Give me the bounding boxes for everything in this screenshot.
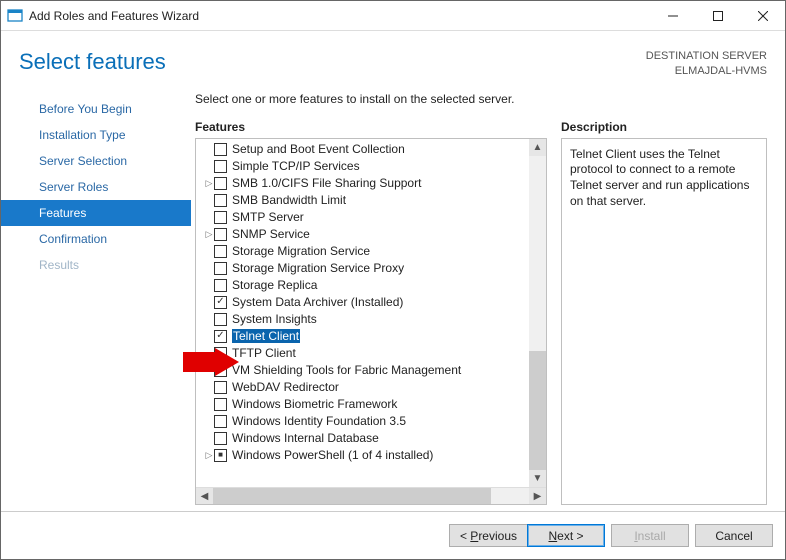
feature-item[interactable]: Storage Migration Service	[196, 243, 546, 260]
header: Select features DESTINATION SERVER ELMAJ…	[1, 31, 785, 92]
feature-checkbox[interactable]	[214, 398, 227, 411]
feature-item[interactable]: ▷ SNMP Service	[196, 226, 546, 243]
scroll-up-icon[interactable]: ▲	[529, 139, 546, 156]
feature-label: Windows Internal Database	[232, 431, 379, 445]
step-installation-type[interactable]: Installation Type	[1, 122, 191, 148]
step-confirmation[interactable]: Confirmation	[1, 226, 191, 252]
feature-item[interactable]: Simple TCP/IP Services	[196, 158, 546, 175]
wizard-window: Add Roles and Features Wizard Select fea…	[0, 0, 786, 560]
feature-label: Windows PowerShell (1 of 4 installed)	[232, 448, 433, 462]
feature-item[interactable]: System Insights	[196, 311, 546, 328]
feature-checkbox[interactable]	[214, 160, 227, 173]
feature-label: TFTP Client	[232, 346, 296, 360]
description-text: Telnet Client uses the Telnet protocol t…	[561, 138, 767, 505]
feature-item[interactable]: WebDAV Redirector	[196, 379, 546, 396]
feature-item[interactable]: Setup and Boot Event Collection	[196, 141, 546, 158]
feature-checkbox[interactable]	[214, 279, 227, 292]
feature-item[interactable]: Storage Migration Service Proxy	[196, 260, 546, 277]
feature-item[interactable]: SMTP Server	[196, 209, 546, 226]
body: Before You Begin Installation Type Serve…	[1, 92, 785, 511]
feature-label: VM Shielding Tools for Fabric Management	[232, 363, 461, 377]
wizard-steps: Before You Begin Installation Type Serve…	[1, 92, 191, 511]
scroll-left-icon[interactable]: ◀	[196, 488, 213, 505]
scroll-right-icon[interactable]: ▶	[529, 488, 546, 505]
scroll-down-icon[interactable]: ▼	[529, 470, 546, 487]
feature-item[interactable]: SMB Bandwidth Limit	[196, 192, 546, 209]
step-features[interactable]: Features	[1, 200, 191, 226]
feature-item[interactable]: System Data Archiver (Installed)	[196, 294, 546, 311]
window-title: Add Roles and Features Wizard	[29, 9, 650, 23]
feature-item[interactable]: Windows Biometric Framework	[196, 396, 546, 413]
feature-checkbox[interactable]	[214, 228, 227, 241]
app-icon	[7, 8, 23, 24]
feature-checkbox[interactable]	[214, 211, 227, 224]
feature-checkbox[interactable]	[214, 347, 227, 360]
expand-icon[interactable]: ▷	[204, 229, 214, 240]
features-vertical-scrollbar[interactable]: ▲ ▼	[529, 139, 546, 487]
minimize-button[interactable]	[650, 1, 695, 31]
feature-checkbox[interactable]	[214, 177, 227, 190]
titlebar: Add Roles and Features Wizard	[1, 1, 785, 31]
feature-item[interactable]: Windows Internal Database	[196, 430, 546, 447]
feature-label: System Data Archiver (Installed)	[232, 295, 403, 309]
feature-item[interactable]: Storage Replica	[196, 277, 546, 294]
description-header: Description	[561, 120, 767, 134]
feature-label: Storage Migration Service	[232, 244, 370, 258]
feature-checkbox[interactable]	[214, 262, 227, 275]
feature-checkbox[interactable]	[214, 194, 227, 207]
feature-label: SMB 1.0/CIFS File Sharing Support	[232, 176, 421, 190]
feature-checkbox[interactable]	[214, 330, 227, 343]
expand-icon[interactable]: ▷	[204, 178, 214, 189]
feature-item[interactable]: ▷ Windows PowerShell (1 of 4 installed)	[196, 447, 546, 464]
feature-checkbox[interactable]	[214, 415, 227, 428]
feature-label: Windows Identity Foundation 3.5	[232, 414, 406, 428]
feature-label: Storage Replica	[232, 278, 317, 292]
expand-icon[interactable]: ▷	[204, 450, 214, 461]
destination-server-label: DESTINATION SERVER	[646, 49, 767, 64]
feature-item[interactable]: VM Shielding Tools for Fabric Management	[196, 362, 546, 379]
feature-checkbox[interactable]	[214, 364, 227, 377]
feature-label: Setup and Boot Event Collection	[232, 142, 405, 156]
feature-checkbox[interactable]	[214, 245, 227, 258]
step-results: Results	[1, 252, 191, 278]
next-button[interactable]: Next >	[527, 524, 605, 547]
cancel-button[interactable]: Cancel	[695, 524, 773, 547]
feature-label: SNMP Service	[232, 227, 310, 241]
feature-checkbox[interactable]	[214, 296, 227, 309]
install-button: Install	[611, 524, 689, 547]
feature-label: WebDAV Redirector	[232, 380, 339, 394]
feature-checkbox[interactable]	[214, 432, 227, 445]
feature-label: System Insights	[232, 312, 317, 326]
page-title: Select features	[19, 49, 646, 75]
feature-label: Storage Migration Service Proxy	[232, 261, 404, 275]
feature-label: SMB Bandwidth Limit	[232, 193, 346, 207]
step-server-roles[interactable]: Server Roles	[1, 174, 191, 200]
maximize-button[interactable]	[695, 1, 740, 31]
step-server-selection[interactable]: Server Selection	[1, 148, 191, 174]
features-horizontal-scrollbar[interactable]: ◀ ▶	[196, 487, 546, 504]
instruction-text: Select one or more features to install o…	[195, 92, 767, 106]
destination-server-value: ELMAJDAL-HVMS	[646, 64, 767, 79]
feature-label: Simple TCP/IP Services	[232, 159, 360, 173]
feature-item[interactable]: Windows Identity Foundation 3.5	[196, 413, 546, 430]
features-header: Features	[195, 120, 547, 134]
feature-item[interactable]: ▷ SMB 1.0/CIFS File Sharing Support	[196, 175, 546, 192]
feature-label: SMTP Server	[232, 210, 304, 224]
feature-checkbox[interactable]	[214, 143, 227, 156]
close-button[interactable]	[740, 1, 785, 31]
feature-item[interactable]: Telnet Client	[196, 328, 546, 345]
feature-label: Windows Biometric Framework	[232, 397, 397, 411]
step-before-you-begin[interactable]: Before You Begin	[1, 96, 191, 122]
content-area: Select one or more features to install o…	[191, 92, 785, 511]
scroll-thumb-horizontal[interactable]	[213, 488, 491, 505]
feature-checkbox[interactable]	[214, 381, 227, 394]
features-listbox[interactable]: Setup and Boot Event Collection Simple TC…	[195, 138, 547, 505]
button-bar: < Previous Next > Install Cancel	[1, 511, 785, 559]
feature-checkbox[interactable]	[214, 313, 227, 326]
feature-checkbox[interactable]	[214, 449, 227, 462]
feature-item[interactable]: TFTP Client	[196, 345, 546, 362]
scroll-thumb-vertical[interactable]	[529, 351, 546, 470]
feature-label: Telnet Client	[232, 329, 300, 343]
previous-button[interactable]: < Previous	[449, 524, 527, 547]
